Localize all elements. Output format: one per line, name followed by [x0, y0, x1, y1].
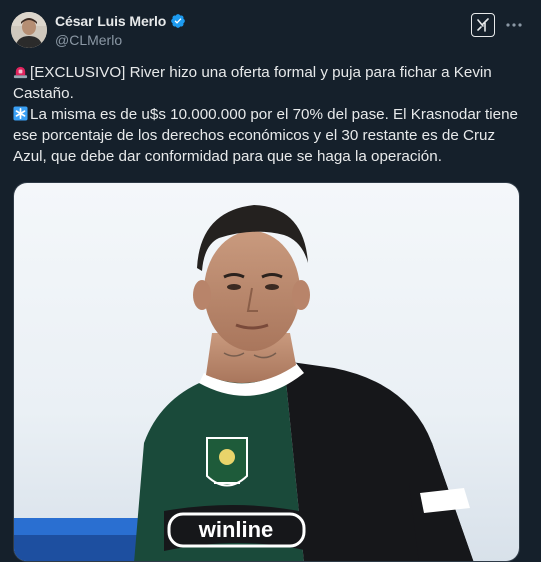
- jersey-sponsor-text: winline: [198, 517, 274, 542]
- author-display-name[interactable]: César Luis Merlo: [55, 13, 166, 29]
- verified-badge-icon: [171, 14, 186, 28]
- grok-button[interactable]: [471, 13, 495, 37]
- asterisk-emoji-icon: [13, 106, 28, 121]
- author-handle[interactable]: @CLMerlo: [55, 32, 122, 48]
- rotating-light-emoji-icon: [13, 66, 28, 79]
- grok-icon: [477, 18, 489, 32]
- avatar-photo-icon: [11, 12, 47, 48]
- author-name-row[interactable]: César Luis Merlo: [55, 13, 186, 29]
- fc-krasnodar-crest-icon: [206, 437, 248, 487]
- tweet-line-1: [EXCLUSIVO] River hizo una oferta formal…: [13, 64, 492, 102]
- tweet-paragraph-1: [EXCLUSIVO] River hizo una oferta formal…: [13, 62, 528, 104]
- more-options-button[interactable]: [503, 14, 525, 36]
- tweet: César Luis Merlo @CLMerlo [EXCLUSIVO] Ri…: [0, 0, 541, 562]
- tweet-line-2: La misma es de u$s 10.000.000 por el 70%…: [13, 106, 518, 165]
- tweet-media-photo[interactable]: winline: [13, 182, 520, 562]
- tweet-paragraph-2: La misma es de u$s 10.000.000 por el 70%…: [13, 104, 528, 167]
- avatar[interactable]: [11, 12, 47, 48]
- more-dots-icon: [506, 23, 522, 27]
- player-photo: winline: [14, 183, 519, 561]
- tweet-text: [EXCLUSIVO] River hizo una oferta formal…: [13, 62, 528, 167]
